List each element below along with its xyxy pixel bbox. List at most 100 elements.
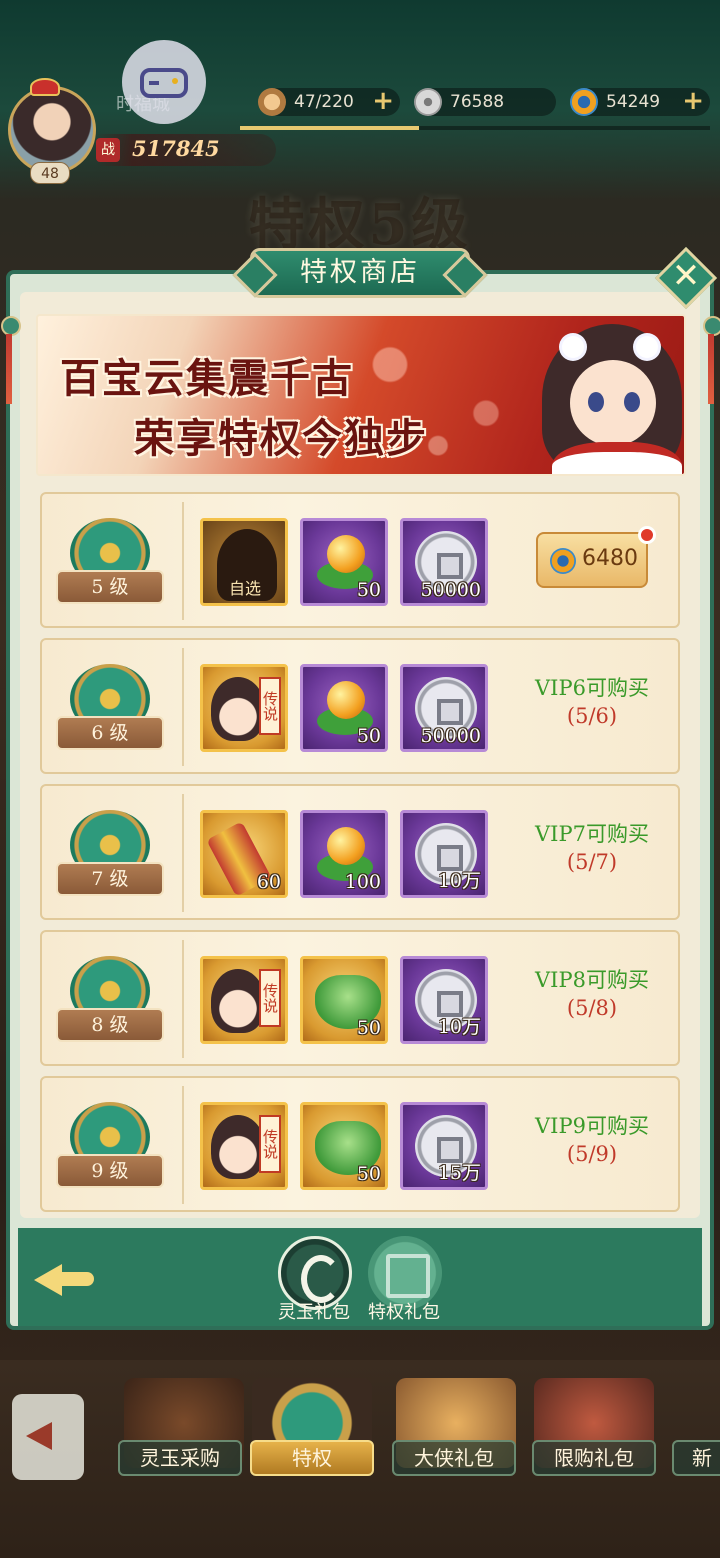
hero-portrait-icon [211,677,265,741]
tassel-right-icon [700,316,720,404]
tier-level-label: 6 级 [56,716,164,750]
purchase-count: (5/6) [566,704,618,728]
tier-row-8: 8 级 传说 50 10万 VIP8可购买 (5/8) [40,930,680,1066]
coin-icon [414,88,442,116]
legend-tag: 传说 [259,1115,281,1173]
item-quantity: 50000 [420,579,481,601]
combat-power: 517845 [132,136,220,161]
nav-hero-gift[interactable]: 大侠礼包 [392,1440,516,1476]
item-quantity: 60 [256,871,281,893]
add-jade-button[interactable]: + [682,88,704,114]
item-orb[interactable]: 100 [300,810,388,898]
item-quantity: 50 [356,1017,381,1039]
item-orb[interactable]: 50 [300,664,388,752]
item-coin[interactable]: 50000 [400,664,488,752]
golden-orb-icon [327,827,365,865]
banner-slogan-line2: 荣享特权今独步 [134,415,428,462]
back-arrow-icon[interactable] [34,1256,98,1300]
item-quantity: 50000 [420,725,481,747]
row-divider [182,648,184,766]
item-quantity: 15万 [437,1162,481,1184]
row-divider [182,794,184,912]
item-coin[interactable]: 50000 [400,518,488,606]
exp-progress [240,126,710,130]
vip-requirement: VIP9可购买 [535,1114,649,1138]
vip-requirement: VIP6可购买 [535,676,649,700]
item-dumpling[interactable]: 50 [300,1102,388,1190]
stamina-resource: 47/220 + [258,88,400,116]
item-coin[interactable]: 15万 [400,1102,488,1190]
tassel-left-icon [0,316,21,404]
banner-character-illustration [532,324,684,474]
promo-banner: 百宝云集震千古 荣享特权今独步 [36,314,686,476]
jade-icon [550,548,576,574]
coins-resource: 76588 [414,88,556,116]
add-stamina-button[interactable]: + [372,88,394,114]
golden-orb-icon [327,535,365,573]
golden-orb-icon [327,681,365,719]
tab-jade-gift[interactable]: 灵玉礼包 [266,1298,362,1324]
tier-row-6: 6 级 传说 50 50000 VIP6可购买 (5/6) [40,638,680,774]
stamina-value: 47/220 [294,92,354,112]
banner-slogan-line1: 百宝云集震千古 [60,355,354,402]
tier-level-label: 5 级 [56,570,164,604]
item-hero-choice[interactable]: 自选 [200,518,288,606]
item-coin[interactable]: 10万 [400,810,488,898]
buy-button[interactable]: 6480 [536,532,648,588]
player-avatar[interactable] [8,86,96,174]
row-divider [182,1086,184,1204]
nav-limited-gift[interactable]: 限购礼包 [532,1440,656,1476]
hero-portrait-icon [211,1115,265,1179]
jade-icon [570,88,598,116]
legend-tag: 传说 [259,969,281,1027]
side-back-button[interactable] [12,1394,84,1480]
character-eye-left [588,392,604,412]
character-eye-right [624,392,640,412]
close-icon[interactable]: ✕ [664,254,708,298]
price-value: 6480 [582,546,638,571]
nav-jade-purchase[interactable]: 灵玉采购 [118,1440,242,1476]
purchase-count: (5/8) [566,996,618,1020]
item-hero[interactable]: 传说 [200,1102,288,1190]
row-divider [182,502,184,620]
item-orb[interactable]: 50 [300,518,388,606]
crown-icon [30,78,60,96]
item-quantity: 10万 [437,1016,481,1038]
item-dumpling[interactable]: 50 [300,956,388,1044]
flower-icon [562,336,584,358]
purchase-count: (5/9) [566,1142,618,1166]
gamepad-icon [140,68,188,98]
nav-privilege[interactable]: 特权 [250,1440,374,1476]
purchase-count: (5/7) [566,850,618,874]
tier-level-label: 8 级 [56,1008,164,1042]
tier-row-9: 9 级 传说 50 15万 VIP9可购买 (5/9) [40,1076,680,1212]
vip-requirement: VIP7可购买 [535,822,649,846]
tab-privilege-gift[interactable]: 特权礼包 [356,1298,452,1324]
tier-row-7: 7 级 60 100 10万 VIP7可购买 (5/7) [40,784,680,920]
item-quantity: 50 [356,1163,381,1185]
tier-row-5: 5 级 自选 50 50000 6480 [40,492,680,628]
item-coin[interactable]: 10万 [400,956,488,1044]
power-icon: 战 [96,138,120,162]
row-divider [182,940,184,1058]
notification-dot [638,526,656,544]
item-hero[interactable]: 传说 [200,956,288,1044]
nav-new[interactable]: 新 [672,1440,720,1476]
exp-progress-fill [240,126,419,130]
floating-gamepad-button[interactable] [122,40,206,124]
tier-level-label: 7 级 [56,862,164,896]
hero-portrait-icon [211,969,265,1033]
tier-level-label: 9 级 [56,1154,164,1188]
item-scroll[interactable]: 60 [200,810,288,898]
character-robe [552,442,682,474]
choose-tag: 自选 [229,579,262,598]
coins-value: 76588 [450,92,505,112]
item-quantity: 50 [356,725,381,747]
jade-resource: 54249 + [570,88,710,116]
jade-value: 54249 [606,92,661,112]
item-hero[interactable]: 传说 [200,664,288,752]
vip-requirement: VIP8可购买 [535,968,649,992]
legend-tag: 传说 [259,677,281,735]
item-quantity: 10万 [437,870,481,892]
flower-icon [636,336,658,358]
